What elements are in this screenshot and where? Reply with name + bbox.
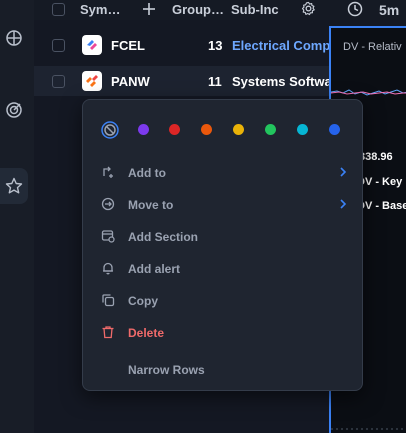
row-checkbox[interactable]	[52, 75, 65, 88]
fcel-logo	[82, 35, 102, 55]
table-row[interactable]: PANW 11 Systems Softwar	[34, 66, 330, 96]
star-icon	[5, 177, 23, 194]
sidebar-target-button[interactable]	[0, 96, 28, 124]
color-swatch-yellow[interactable]	[233, 124, 244, 135]
chart-price: 338.96	[359, 151, 393, 163]
chart-key-label: DV - Key	[357, 176, 403, 188]
chart-base-label: DV - Base	[357, 200, 406, 212]
trash-icon	[102, 326, 114, 339]
chevron-right-icon	[340, 199, 347, 209]
chevron-right-icon	[340, 167, 347, 177]
table-header: Sym… Group… Sub-Inc 5m	[34, 0, 406, 20]
menu-item-add-alert[interactable]: Add alert	[83, 254, 362, 284]
copy-icon	[102, 294, 115, 307]
color-swatch-blue[interactable]	[329, 124, 340, 135]
menu-item-label: Copy	[128, 294, 158, 308]
row-checkbox[interactable]	[52, 39, 65, 52]
row-subindustry[interactable]: Electrical Compo	[232, 38, 330, 53]
color-swatch-cyan[interactable]	[297, 124, 308, 135]
no-color-swatch[interactable]	[101, 121, 119, 139]
menu-item-narrow-rows[interactable]: Narrow Rows	[83, 355, 362, 385]
row-group-count: 11	[208, 74, 222, 89]
chart-bottom-gridline	[331, 428, 406, 430]
symbol-column-header[interactable]: Sym…	[80, 2, 120, 17]
bell-icon	[103, 262, 113, 275]
select-all-checkbox[interactable]	[52, 3, 65, 16]
row-subindustry: Systems Softwar	[232, 74, 330, 89]
menu-item-copy[interactable]: Copy	[83, 286, 362, 316]
menu-item-label: Move to	[128, 198, 174, 212]
fcel-logo-icon	[87, 40, 97, 50]
gear-icon	[301, 1, 315, 16]
color-swatch-green[interactable]	[265, 124, 276, 135]
menu-item-label: Delete	[128, 326, 165, 340]
add-to-icon	[103, 166, 113, 178]
sidebar-favorites-button[interactable]	[0, 168, 28, 204]
add-section-icon	[101, 230, 115, 243]
menu-item-add-section[interactable]: Add Section	[83, 222, 362, 252]
menu-item-label: Add Section	[128, 230, 199, 244]
menu-item-delete[interactable]: Delete	[83, 318, 362, 348]
clock-icon-button[interactable]	[347, 1, 363, 20]
globe-icon	[6, 30, 22, 46]
menu-item-label: Add alert	[128, 262, 181, 276]
plus-icon	[143, 3, 155, 15]
row-symbol: PANW	[111, 74, 150, 89]
left-sidebar	[0, 0, 35, 433]
row-context-menu: Add to Move to Add Section Add alert Cop…	[82, 99, 363, 391]
panw-logo	[82, 71, 102, 91]
color-swatch-red[interactable]	[169, 124, 180, 135]
sidebar-globe-button[interactable]	[0, 24, 28, 52]
menu-item-add-to[interactable]: Add to	[83, 158, 362, 188]
subindustry-column-header[interactable]: Sub-Inc	[231, 2, 279, 17]
target-icon	[6, 102, 22, 118]
panw-logo-icon	[86, 75, 98, 87]
group-column-header[interactable]: Group…	[172, 2, 224, 17]
row-group-count: 13	[208, 38, 223, 53]
settings-button[interactable]	[301, 1, 316, 19]
chart-title: DV - Relativ	[343, 41, 402, 53]
row-symbol: FCEL	[111, 38, 145, 53]
add-symbol-button[interactable]	[142, 0, 156, 21]
clock-icon	[347, 1, 363, 17]
color-swatch-orange[interactable]	[201, 124, 212, 135]
timeframe-selector[interactable]: 5m	[379, 2, 399, 18]
menu-item-move-to[interactable]: Move to	[83, 190, 362, 220]
move-to-icon	[101, 197, 115, 211]
menu-item-label: Narrow Rows	[128, 363, 205, 377]
color-swatch-purple[interactable]	[138, 124, 149, 135]
menu-item-label: Add to	[128, 166, 166, 180]
table-row[interactable]: FCEL 13 Electrical Compo	[34, 30, 330, 60]
